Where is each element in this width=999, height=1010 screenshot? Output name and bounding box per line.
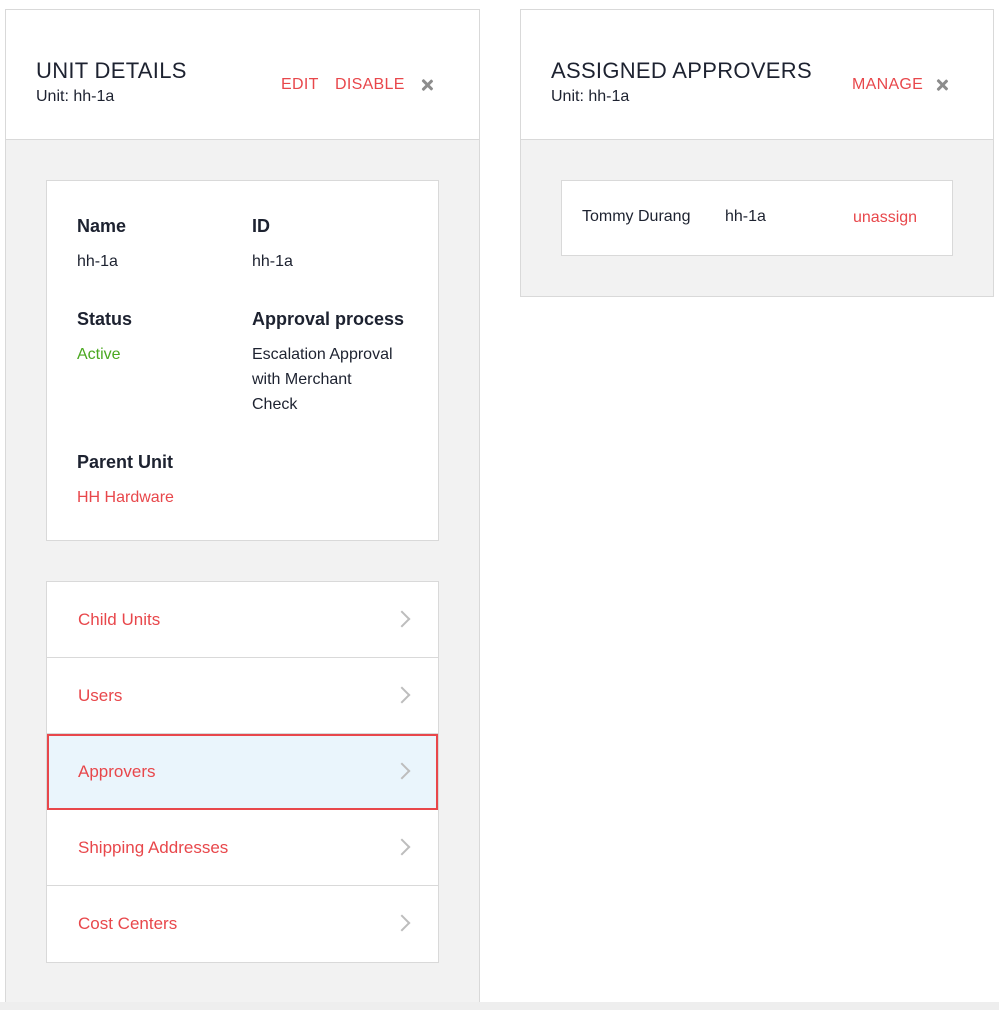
chevron-right-icon (393, 914, 411, 932)
nav-item-label: Child Units (78, 610, 161, 629)
edit-button[interactable]: EDIT (281, 76, 319, 94)
assigned-approvers-title: ASSIGNED APPROVERS (551, 58, 812, 83)
chevron-right-icon (393, 838, 411, 856)
unassign-link[interactable]: unassign (853, 209, 917, 227)
unit-details-title: UNIT DETAILS (36, 58, 187, 83)
nav-item-label: Shipping Addresses (78, 838, 229, 857)
manage-button[interactable]: MANAGE (852, 76, 923, 94)
parent-unit-label: Parent Unit (77, 452, 174, 472)
approver-row: Tommy Durang hh-1a unassign (561, 180, 953, 256)
nav-item-cost-centers[interactable]: Cost Centers (47, 886, 438, 962)
nav-item-label: Approvers (78, 762, 156, 781)
nav-item-label: Users (78, 686, 123, 705)
nav-item-label: Cost Centers (78, 914, 178, 933)
unit-details-header: UNIT DETAILS Unit: hh-1a EDIT DISABLE (6, 10, 479, 140)
assigned-approvers-subtitle: Unit: hh-1a (551, 88, 630, 105)
unit-details-subtitle: Unit: hh-1a (36, 88, 115, 105)
page-bottom-strip (0, 1002, 999, 1010)
nav-item-shipping-addresses[interactable]: Shipping Addresses (47, 810, 438, 886)
unit-nav-list: Child Units Users Approvers Shipping Add… (46, 581, 439, 963)
status-value: Active (77, 346, 121, 363)
parent-unit-link[interactable]: HH Hardware (77, 485, 174, 510)
chevron-right-icon (393, 686, 411, 704)
name-label: Name (77, 216, 127, 236)
approval-process-label: Approval process (252, 309, 405, 329)
approval-process-value-line-1: Escalation Approval (252, 346, 393, 363)
page: UNIT DETAILS Unit: hh-1a EDIT DISABLE Na… (0, 0, 999, 1010)
unit-details-card: Name hh-1a ID hh-1a Status Active Approv… (46, 180, 439, 541)
approval-process-value-line-3: Check (252, 396, 298, 413)
id-value: hh-1a (252, 253, 293, 270)
chevron-right-icon (393, 762, 411, 780)
nav-item-approvers[interactable]: Approvers (47, 734, 438, 810)
disable-button[interactable]: DISABLE (335, 76, 405, 94)
unit-details-panel: UNIT DETAILS Unit: hh-1a EDIT DISABLE Na… (5, 9, 480, 1003)
close-icon[interactable] (419, 77, 435, 93)
approver-name: Tommy Durang (582, 208, 691, 225)
assigned-approvers-panel: ASSIGNED APPROVERS Unit: hh-1a MANAGE To… (520, 9, 994, 297)
approver-unit: hh-1a (725, 208, 766, 225)
nav-item-users[interactable]: Users (47, 658, 438, 734)
name-value: hh-1a (77, 253, 118, 270)
chevron-right-icon (393, 610, 411, 628)
id-label: ID (252, 216, 270, 236)
approval-process-value-line-2: with Merchant (252, 371, 352, 388)
status-label: Status (77, 309, 133, 329)
nav-item-child-units[interactable]: Child Units (47, 582, 438, 658)
close-icon[interactable] (934, 77, 950, 93)
assigned-approvers-header: ASSIGNED APPROVERS Unit: hh-1a MANAGE (521, 10, 993, 140)
